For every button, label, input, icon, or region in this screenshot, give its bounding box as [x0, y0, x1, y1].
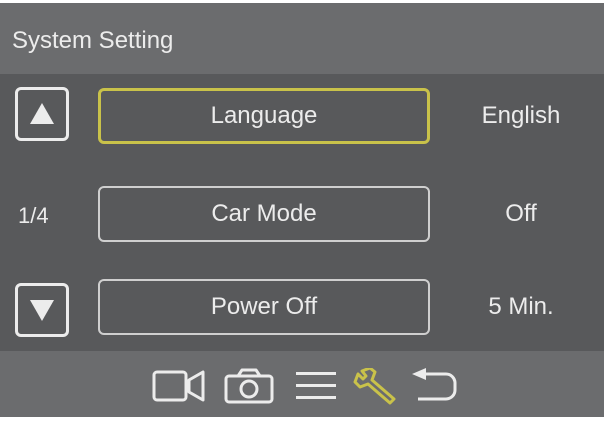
menu-item-language[interactable]: Language [98, 88, 430, 144]
scroll-down-button[interactable] [15, 283, 69, 337]
video-camera-icon[interactable] [152, 368, 206, 404]
menu-item-car-mode[interactable]: Car Mode [98, 186, 430, 242]
back-icon[interactable] [410, 368, 458, 404]
photo-camera-icon[interactable] [224, 368, 274, 404]
arrow-up-icon [30, 103, 54, 124]
power-off-value: 5 Min. [488, 293, 554, 320]
title-bar: System Setting [0, 3, 604, 74]
arrow-down-icon [30, 300, 54, 321]
wrench-icon[interactable] [352, 368, 396, 406]
page-indicator: 1/4 [18, 203, 49, 228]
menu-list-icon[interactable] [294, 368, 338, 404]
scroll-up-button[interactable] [15, 87, 69, 141]
menu-item-power-off[interactable]: Power Off [98, 279, 430, 335]
page-title: System Setting [12, 27, 174, 54]
bottom-toolbar [0, 351, 604, 417]
settings-screen: System Setting 1/4 Language English Car … [0, 3, 604, 417]
car-mode-value: Off [505, 200, 537, 227]
language-value: English [481, 102, 561, 129]
